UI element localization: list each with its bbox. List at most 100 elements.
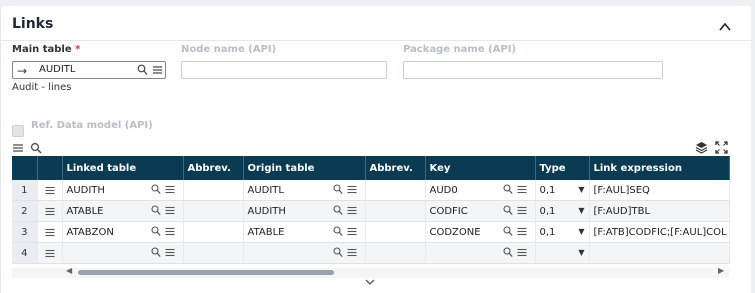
grid-search-icon[interactable] — [30, 142, 42, 154]
type-cell[interactable]: ▼ — [535, 242, 590, 264]
menu-icon[interactable] — [517, 226, 527, 240]
search-icon[interactable] — [150, 226, 161, 240]
key-cell[interactable]: AUD0 — [425, 180, 536, 201]
abbrev-cell[interactable] — [183, 180, 244, 201]
search-icon[interactable] — [502, 247, 513, 261]
origin-table-cell[interactable]: ATABLE — [243, 221, 366, 243]
linked-table-cell[interactable]: ATABLE — [62, 200, 184, 222]
menu-icon[interactable] — [347, 226, 357, 240]
abbrev-cell[interactable] — [183, 221, 244, 243]
key-cell[interactable] — [425, 242, 536, 264]
type-value[interactable]: 0,1 — [540, 206, 556, 217]
scroll-left-icon[interactable]: ◀ — [66, 266, 72, 275]
search-icon[interactable] — [150, 205, 161, 219]
linked-table-cell[interactable]: ATABZON — [62, 221, 184, 243]
row-menu-icon[interactable] — [37, 200, 63, 222]
origin-table-cell-value[interactable]: ATABLE — [248, 227, 285, 238]
search-icon[interactable] — [502, 184, 513, 198]
chevron-up-icon[interactable] — [718, 20, 732, 34]
dropdown-caret-icon[interactable]: ▼ — [578, 248, 584, 257]
ref-model-checkbox[interactable] — [12, 125, 24, 137]
abbrev-cell[interactable] — [365, 200, 426, 222]
col-header-key[interactable]: Key — [425, 156, 536, 180]
origin-table-cell[interactable] — [243, 242, 366, 264]
linked-table-cell[interactable]: AUDITH — [62, 180, 184, 201]
key-cell[interactable]: CODFIC — [425, 200, 536, 222]
abbrev-cell[interactable] — [365, 242, 426, 264]
search-icon[interactable] — [150, 247, 161, 261]
node-name-input[interactable] — [181, 61, 387, 79]
menu-icon[interactable] — [517, 247, 527, 261]
grid-menu-icon[interactable] — [12, 142, 24, 154]
layers-icon[interactable] — [695, 141, 708, 154]
col-header-type[interactable]: Type — [535, 156, 590, 180]
table-row[interactable]: 2 ATABLE AUDITH CODFIC 0,1 ▼ [F:AUD]TBL — [12, 200, 730, 222]
col-header-origin-table[interactable]: Origin table — [243, 156, 366, 180]
linked-table-cell-value[interactable]: ATABZON — [67, 227, 114, 238]
key-cell[interactable]: CODZONE — [425, 221, 536, 243]
menu-icon[interactable] — [165, 247, 175, 261]
abbrev-cell[interactable] — [183, 200, 244, 222]
package-name-input[interactable] — [403, 61, 663, 79]
scroll-right-icon[interactable]: ▶ — [718, 266, 724, 275]
linked-table-cell-value[interactable]: AUDITH — [67, 185, 105, 196]
key-cell-value[interactable]: CODFIC — [430, 206, 468, 217]
dropdown-caret-icon[interactable]: ▼ — [578, 185, 584, 194]
search-icon[interactable] — [332, 184, 343, 198]
dropdown-caret-icon[interactable]: ▼ — [578, 206, 584, 215]
search-icon[interactable] — [502, 205, 513, 219]
arrow-right-icon[interactable]: → — [17, 64, 27, 78]
linked-table-cell-value[interactable]: ATABLE — [67, 206, 104, 217]
menu-icon[interactable] — [165, 205, 175, 219]
search-icon[interactable] — [332, 247, 343, 261]
search-icon[interactable] — [137, 64, 148, 76]
search-icon[interactable] — [332, 205, 343, 219]
key-cell-value[interactable]: AUD0 — [430, 185, 458, 196]
menu-icon[interactable] — [347, 205, 357, 219]
menu-icon[interactable] — [165, 226, 175, 240]
abbrev-cell[interactable] — [365, 221, 426, 243]
menu-icon[interactable] — [165, 184, 175, 198]
origin-table-cell-value[interactable]: AUDITH — [248, 206, 286, 217]
table-row[interactable]: 1 AUDITH AUDITL AUD0 0,1 ▼ [F:AUL]SEQ — [12, 180, 730, 201]
table-row[interactable]: 3 ATABZON ATABLE CODZONE 0,1 ▼ [F:ATB]CODFIC;[… — [12, 221, 730, 243]
col-header-abbrev[interactable]: Abbrev. — [365, 156, 426, 180]
menu-icon[interactable] — [347, 184, 357, 198]
origin-table-cell[interactable]: AUDITH — [243, 200, 366, 222]
type-cell[interactable]: 0,1 ▼ — [535, 180, 590, 201]
origin-table-cell[interactable]: AUDITL — [243, 180, 366, 201]
main-table-field[interactable]: → AUDITL — [12, 61, 166, 79]
origin-table-cell-value[interactable]: AUDITL — [248, 185, 285, 196]
col-header-link-expression[interactable]: Link expression — [589, 156, 730, 180]
key-cell-value[interactable]: CODZONE — [430, 227, 481, 238]
row-menu-icon[interactable] — [37, 242, 63, 264]
menu-icon[interactable] — [152, 64, 163, 76]
chevron-down-icon[interactable] — [365, 278, 375, 286]
link-expression-cell[interactable] — [589, 242, 730, 264]
type-cell[interactable]: 0,1 ▼ — [535, 200, 590, 222]
abbrev-cell[interactable] — [183, 242, 244, 264]
expand-icon[interactable] — [715, 141, 728, 154]
search-icon[interactable] — [150, 184, 161, 198]
abbrev-cell[interactable] — [365, 180, 426, 201]
row-menu-icon[interactable] — [37, 180, 63, 201]
link-expression-cell[interactable]: [F:AUD]TBL — [589, 200, 730, 222]
link-expression-cell[interactable]: [F:AUL]SEQ — [589, 180, 730, 201]
menu-icon[interactable] — [517, 205, 527, 219]
search-icon[interactable] — [332, 226, 343, 240]
search-icon[interactable] — [502, 226, 513, 240]
scrollbar-thumb[interactable] — [78, 270, 334, 275]
horizontal-scrollbar[interactable]: ◀ ▶ — [12, 266, 729, 278]
menu-icon[interactable] — [347, 247, 357, 261]
dropdown-caret-icon[interactable]: ▼ — [578, 227, 584, 236]
type-value[interactable]: 0,1 — [540, 185, 556, 196]
col-header-linked-table[interactable]: Linked table — [62, 156, 184, 180]
linked-table-cell[interactable] — [62, 242, 184, 264]
row-menu-icon[interactable] — [37, 221, 63, 243]
col-header-abbrev[interactable]: Abbrev. — [183, 156, 244, 180]
type-value[interactable]: 0,1 — [540, 227, 556, 238]
main-table-value[interactable]: AUDITL — [39, 64, 76, 75]
table-row[interactable]: 4 ▼ — [12, 242, 730, 264]
type-cell[interactable]: 0,1 ▼ — [535, 221, 590, 243]
link-expression-cell[interactable]: [F:ATB]CODFIC;[F:AUL]COL — [589, 221, 730, 243]
